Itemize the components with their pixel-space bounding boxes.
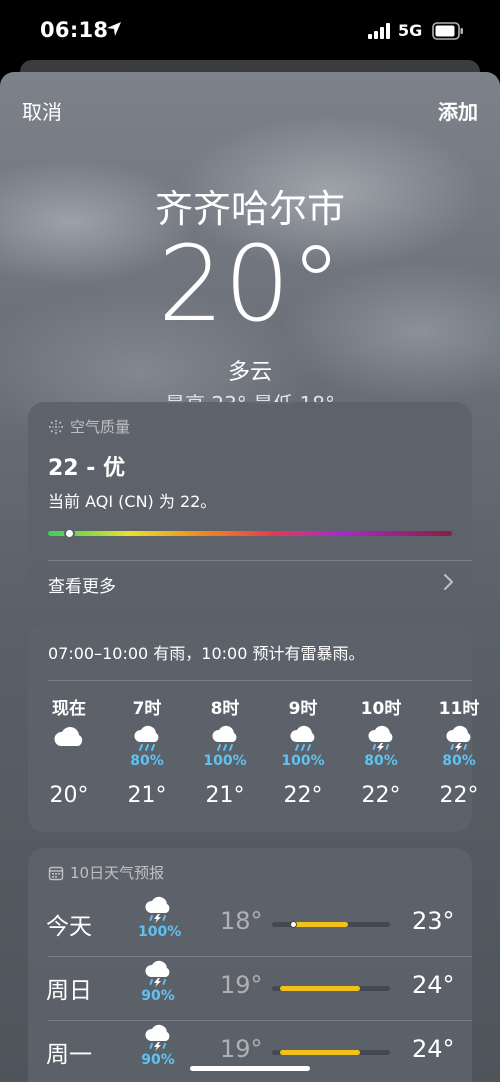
- hour-temperature: 21°: [205, 783, 245, 808]
- hourly-item: 9时 100% 22°: [268, 694, 338, 808]
- see-more-link[interactable]: 查看更多: [48, 572, 452, 597]
- battery-icon: [432, 22, 463, 40]
- cloud-thunder-icon: 90%: [138, 1021, 178, 1068]
- cloud-thunder-icon: [346, 722, 416, 752]
- precipitation-chance: 90%: [141, 1052, 175, 1068]
- air-quality-header-label: 空气质量: [70, 418, 131, 436]
- forecast-day-row[interactable]: 今天 100% 18° 23°: [28, 893, 472, 957]
- forecast-day-row[interactable]: 周日 90% 19° 24°: [28, 956, 472, 1021]
- forecast-day-row[interactable]: 周一 90% 19° 24°: [28, 1020, 472, 1082]
- hourly-summary: 07:00–10:00 有雨，10:00 预计有雷暴雨。: [48, 644, 365, 663]
- hour-temperature: 20°: [49, 783, 89, 808]
- location-arrow-icon: [107, 22, 121, 36]
- day-high-temperature: 23°: [412, 907, 455, 935]
- day-low-temperature: 18°: [220, 907, 263, 935]
- cloud-thunder-icon: [424, 722, 494, 752]
- cloud-rain-icon: [190, 722, 260, 752]
- day-name: 周一: [46, 1042, 92, 1068]
- hour-temperature: 22°: [439, 783, 479, 808]
- hour-label: 现在: [52, 699, 86, 719]
- cellular-signal-icon: [368, 23, 390, 39]
- hour-temperature: 21°: [127, 783, 167, 808]
- status-time: 06:18: [40, 18, 109, 42]
- aqi-scale-bar: [48, 531, 452, 536]
- day-low-temperature: 19°: [220, 971, 263, 999]
- divider: [48, 1020, 472, 1021]
- cloud-rain-icon: [112, 722, 182, 752]
- current-temperature: 20°: [157, 223, 343, 345]
- precipitation-chance: [34, 753, 104, 771]
- aqi-description: 当前 AQI (CN) 为 22。: [48, 492, 217, 511]
- aqi-value: 22 - 优: [48, 456, 126, 481]
- hour-label: 9时: [288, 699, 318, 719]
- cloud-thunder-icon: 100%: [138, 893, 182, 940]
- precipitation-chance: 80%: [442, 753, 476, 769]
- hourly-item: 10时 80% 22°: [346, 694, 416, 808]
- day-high-temperature: 24°: [412, 971, 455, 999]
- home-indicator[interactable]: [190, 1066, 310, 1071]
- divider: [48, 956, 472, 957]
- hour-label: 10时: [360, 699, 402, 719]
- precipitation-chance: 80%: [364, 753, 398, 769]
- day-low-temperature: 19°: [220, 1035, 263, 1063]
- weather-sheet: 取消 添加 齐齐哈尔市 20° 多云 最高 23° 最低 18° 空气质量 22…: [0, 72, 500, 1082]
- precipitation-chance: 90%: [141, 988, 175, 1004]
- temperature-range-bar: [272, 921, 390, 928]
- cancel-button[interactable]: 取消: [22, 96, 62, 125]
- cloud-icon: [34, 722, 104, 752]
- temperature-range-bar: [272, 1050, 390, 1055]
- temperature-range-fill: [292, 922, 348, 927]
- day-name: 周日: [46, 978, 92, 1004]
- hourly-item: 现在 20°: [34, 694, 104, 808]
- ten-day-header-label: 10日天气预报: [70, 864, 165, 882]
- hour-label: 8时: [210, 699, 240, 719]
- cloud-rain-icon: [268, 722, 338, 752]
- add-button[interactable]: 添加: [438, 96, 478, 125]
- precipitation-chance: 100%: [281, 753, 325, 769]
- air-quality-icon: [49, 419, 63, 434]
- cloud-thunder-icon: 90%: [138, 957, 178, 1004]
- air-quality-header: 空气质量: [48, 416, 130, 437]
- divider: [48, 680, 472, 681]
- hour-temperature: 22°: [283, 783, 323, 808]
- hour-label: 11时: [438, 699, 480, 719]
- hourly-item: 11时 80% 22°: [424, 694, 494, 808]
- ten-day-header: 10日天气预报: [48, 862, 164, 883]
- hour-temperature: 22°: [361, 783, 401, 808]
- temperature-range-bar: [272, 986, 390, 991]
- temperature-range-fill: [280, 986, 360, 991]
- status-bar: 06:18 5G: [0, 0, 500, 64]
- hourly-item: 7时 80% 21°: [112, 694, 182, 808]
- precipitation-chance: 100%: [203, 753, 247, 769]
- day-name: 今天: [46, 914, 92, 940]
- hourly-forecast-card[interactable]: 07:00–10:00 有雨，10:00 预计有雷暴雨。 现在 20° 7时 80% 2…: [28, 624, 480, 832]
- divider: [48, 560, 472, 561]
- weather-condition: 多云: [227, 360, 272, 385]
- network-type: 5G: [398, 21, 423, 40]
- hourly-list[interactable]: 现在 20° 7时 80% 21° 8时 100% 21° 9时 100% 22° 10时 80% 22°…: [28, 694, 480, 824]
- hour-label: 7时: [132, 699, 162, 719]
- air-quality-card[interactable]: 空气质量 22 - 优 当前 AQI (CN) 为 22。 查看更多: [28, 402, 472, 600]
- calendar-icon: [48, 866, 64, 880]
- precipitation-chance: 80%: [130, 753, 164, 769]
- temperature-range-fill: [280, 1050, 360, 1055]
- day-high-temperature: 24°: [412, 1035, 455, 1063]
- precipitation-chance: 100%: [138, 924, 182, 940]
- chevron-right-icon: [444, 574, 453, 590]
- aqi-level-indicator: [64, 528, 76, 539]
- ten-day-forecast-card[interactable]: 10日天气预报 今天 100% 18° 23° 周日 90% 19° 24° 周一 90% 19° 2…: [28, 848, 472, 1082]
- hourly-item: 8时 100% 21°: [190, 694, 260, 808]
- current-temperature-marker: [290, 921, 297, 928]
